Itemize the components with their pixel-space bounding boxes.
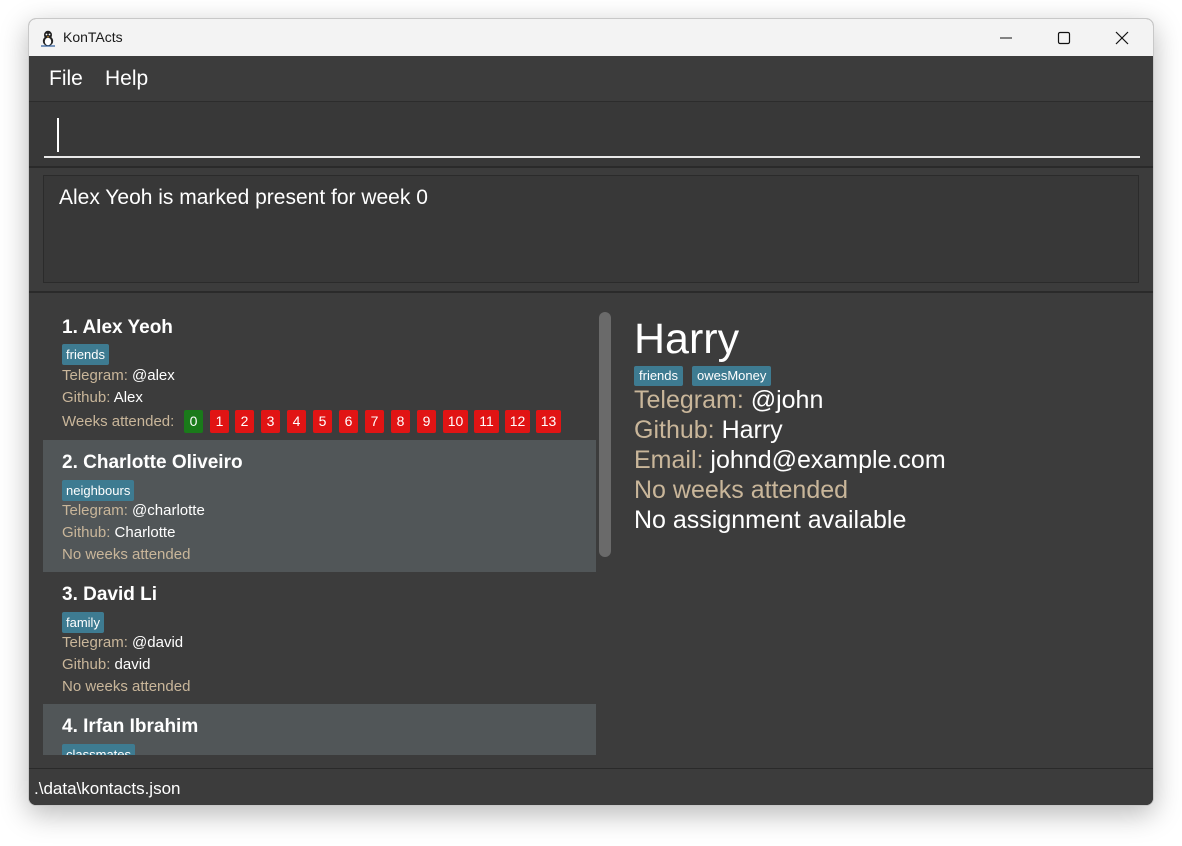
data-file-path: .\data\kontacts.json — [34, 779, 181, 798]
person-card[interactable]: 1. Alex Yeoh friends Telegram: @alex Git… — [43, 306, 596, 440]
week-badge: 2 — [235, 410, 254, 433]
person-index: 3. — [62, 584, 78, 605]
app-window: KonTActs File Help Alex Yeoh is marked p… — [28, 18, 1154, 806]
telegram-label: Telegram: — [62, 634, 128, 651]
telegram-field: Telegram: @alex — [62, 367, 175, 384]
menu-file[interactable]: File — [49, 67, 83, 91]
person-card[interactable]: 4. Irfan Ibrahim classmates — [43, 704, 596, 755]
week-badge: 11 — [474, 410, 499, 433]
week-badge: 4 — [287, 410, 306, 433]
week-badge: 13 — [536, 410, 561, 433]
maximize-icon — [1057, 31, 1071, 44]
github-field: Github: Alex — [62, 389, 143, 406]
person-name: 1. Alex Yeoh — [62, 317, 173, 339]
command-box — [29, 102, 1153, 168]
detail-no-weeks: No weeks attended — [634, 476, 849, 504]
text-caret — [57, 118, 59, 152]
person-index: 1. — [62, 317, 78, 338]
github-field: Github: david — [62, 656, 150, 673]
github-value: Alex — [113, 389, 143, 406]
maximize-button[interactable] — [1035, 19, 1093, 56]
github-label: Github: — [634, 416, 715, 444]
detail-email: Email: johnd@example.com — [634, 446, 946, 475]
menu-help[interactable]: Help — [105, 67, 148, 91]
github-value: Charlotte — [114, 524, 176, 541]
telegram-value: @john — [750, 386, 824, 414]
person-name-text: Alex Yeoh — [82, 317, 173, 338]
window-title: KonTActs — [63, 29, 123, 45]
penguin-icon — [39, 29, 57, 47]
github-label: Github: — [62, 524, 111, 541]
email-label: Email: — [634, 446, 704, 474]
person-name-text: Charlotte Oliveiro — [83, 452, 243, 473]
person-index: 2. — [62, 452, 78, 473]
telegram-field: Telegram: @charlotte — [62, 502, 205, 519]
result-message: Alex Yeoh is marked present for week 0 — [59, 186, 428, 209]
telegram-value: @alex — [132, 367, 175, 384]
detail-github: Github: Harry — [634, 416, 783, 445]
person-detail-panel: Harry friends owesMoney Telegram: @john … — [634, 315, 1134, 755]
telegram-label: Telegram: — [62, 367, 128, 384]
person-card[interactable]: 3. David Li family Telegram: @david Gith… — [43, 572, 596, 704]
result-display: Alex Yeoh is marked present for week 0 — [43, 175, 1139, 283]
github-label: Github: — [62, 389, 111, 406]
no-weeks-text: No weeks attended — [62, 678, 191, 695]
person-name: 3. David Li — [62, 584, 157, 606]
minimize-icon — [1000, 37, 1012, 38]
detail-tag: friends — [634, 366, 684, 386]
person-card[interactable]: 2. Charlotte Oliveiro neighbours Telegra… — [43, 440, 596, 572]
week-badge: 10 — [443, 410, 468, 433]
week-badge: 0 — [184, 410, 203, 433]
week-badge: 1 — [210, 410, 229, 433]
person-list[interactable]: 1. Alex Yeoh friends Telegram: @alex Git… — [43, 306, 596, 755]
command-input[interactable] — [44, 114, 1140, 158]
email-value: johnd@example.com — [710, 446, 946, 474]
list-scrollbar[interactable] — [599, 312, 611, 557]
week-badge: 6 — [339, 410, 358, 433]
github-value: david — [114, 656, 151, 673]
week-badge: 5 — [313, 410, 332, 433]
close-icon — [1115, 31, 1129, 44]
detail-name: Harry — [634, 315, 740, 363]
person-name: 4. Irfan Ibrahim — [62, 716, 198, 738]
github-label: Github: — [62, 656, 111, 673]
week-badge: 12 — [505, 410, 530, 433]
status-bar: .\data\kontacts.json — [29, 768, 1153, 805]
week-badge: 7 — [365, 410, 384, 433]
person-index: 4. — [62, 716, 78, 737]
tag-badge: friends — [62, 344, 110, 365]
tag-badge: family — [62, 612, 104, 633]
detail-no-assignment: No assignment available — [634, 506, 907, 534]
telegram-field: Telegram: @david — [62, 634, 183, 651]
github-value: Harry — [721, 416, 783, 444]
no-weeks-text: No weeks attended — [62, 546, 191, 563]
week-badge: 9 — [417, 410, 436, 433]
github-field: Github: Charlotte — [62, 524, 175, 541]
tag-badge: classmates — [62, 744, 136, 755]
telegram-label: Telegram: — [62, 502, 128, 519]
close-button[interactable] — [1093, 19, 1151, 56]
person-name-text: David Li — [83, 584, 158, 605]
minimize-button[interactable] — [977, 19, 1035, 56]
person-name: 2. Charlotte Oliveiro — [62, 452, 243, 474]
person-name-text: Irfan Ibrahim — [83, 716, 199, 737]
week-badge: 3 — [261, 410, 280, 433]
telegram-value: @charlotte — [132, 502, 205, 519]
panel-divider — [29, 291, 1153, 293]
weeks-attended-label: Weeks attended: — [62, 413, 175, 430]
menu-bar: File Help — [29, 56, 1153, 102]
detail-telegram: Telegram: @john — [634, 386, 823, 415]
title-bar[interactable]: KonTActs — [29, 19, 1153, 56]
tag-badge: neighbours — [62, 480, 135, 501]
telegram-value: @david — [132, 634, 184, 651]
detail-tag: owesMoney — [692, 366, 772, 386]
week-badge: 8 — [391, 410, 410, 433]
telegram-label: Telegram: — [634, 386, 744, 414]
